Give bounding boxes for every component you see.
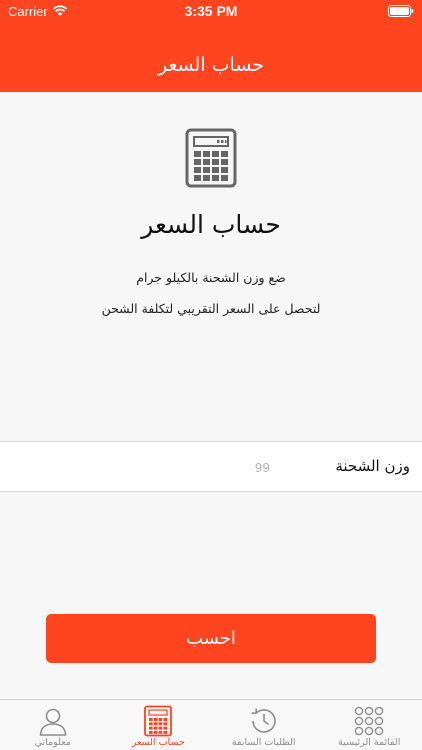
- weight-row: وزن الشحنة: [0, 441, 422, 492]
- tab-previous-orders[interactable]: الطلبات السابقة: [211, 700, 317, 750]
- tab-label-price-calculation: حساب السعر: [131, 737, 185, 748]
- nav-title: حساب السعر: [157, 54, 265, 76]
- tab-label-previous-orders: الطلبات السابقة: [231, 737, 296, 748]
- status-time: 3:35 PM: [184, 3, 238, 19]
- history-icon: [251, 708, 276, 733]
- tab-my-info[interactable]: معلوماتي: [0, 700, 106, 750]
- navigation-header: Carrier 3:35 PM حساب السعر: [0, 0, 422, 92]
- weight-input[interactable]: [14, 454, 270, 482]
- instruction-text-weight: ضع وزن الشحنة بالكيلو جرام: [136, 270, 286, 285]
- tab-price-calculation[interactable]: حساب السعر: [106, 700, 212, 750]
- tab-label-my-info: معلوماتي: [34, 737, 71, 748]
- person-icon: [39, 708, 67, 736]
- battery-icon: [388, 5, 414, 17]
- instruction-text-price: لتحصل على السعر التقريبي لتكلفة الشحن: [101, 301, 321, 316]
- tab-main-menu[interactable]: القائمة الرئيسية: [317, 700, 422, 750]
- tab-bar: معلوماتي حساب السعر الطلبات السابقة القا…: [0, 699, 422, 750]
- calculate-button[interactable]: احسب: [46, 614, 376, 663]
- calculator-icon: [144, 705, 173, 737]
- grid-icon: [354, 706, 384, 736]
- page-title: حساب السعر: [141, 210, 281, 239]
- status-bar: Carrier 3:35 PM: [0, 0, 422, 24]
- weight-label: وزن الشحنة: [335, 457, 410, 475]
- calculator-icon: [185, 128, 237, 188]
- tab-label-main-menu: القائمة الرئيسية: [338, 737, 401, 748]
